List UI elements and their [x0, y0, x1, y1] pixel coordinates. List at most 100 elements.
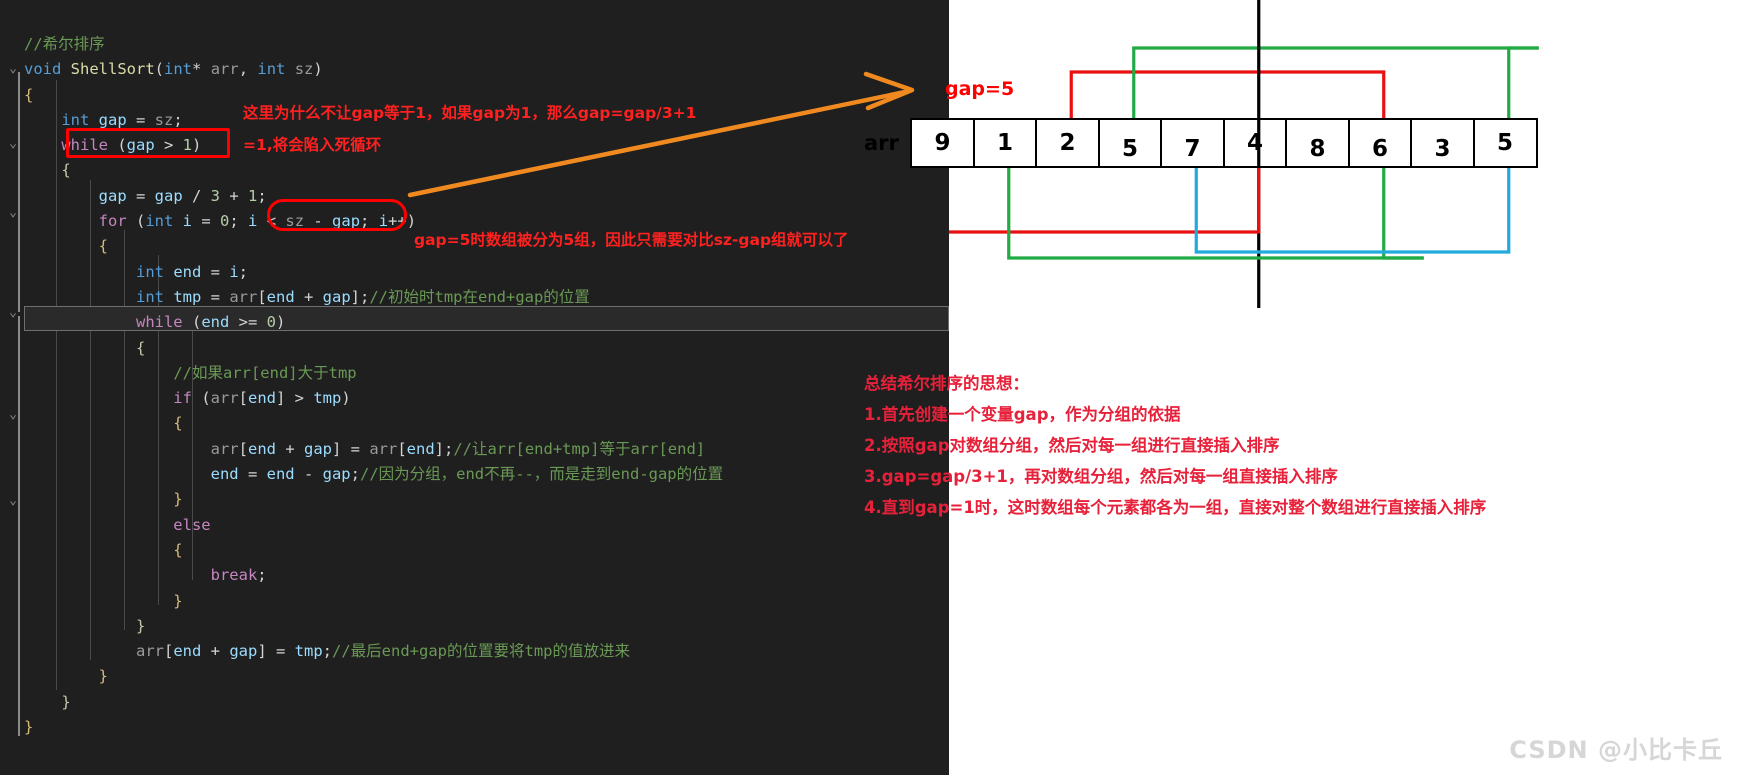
code-token: / — [182, 186, 211, 205]
code-line[interactable]: } — [24, 715, 723, 740]
code-token: int — [145, 212, 174, 231]
code-token: while — [24, 313, 183, 332]
code-token: gap — [303, 439, 332, 458]
code-token: [ — [238, 389, 248, 408]
code-line[interactable]: int tmp = arr[end + gap];//初始时tmp在end+ga… — [24, 285, 723, 310]
code-token: ] = — [331, 439, 370, 458]
code-token: ( — [191, 389, 211, 408]
code-line[interactable]: arr[end + gap] = arr[end];//让arr[end+tmp… — [24, 437, 723, 462]
code-token: //让arr[end+tmp]等于arr[end] — [453, 439, 706, 458]
code-token: ShellSort — [70, 60, 155, 79]
code-token: int — [24, 110, 90, 129]
code-token: //如果arr[end]大于tmp — [173, 363, 357, 382]
code-token: = — [238, 465, 267, 484]
code-token: + — [220, 186, 248, 205]
code-token: + — [275, 439, 304, 458]
code-token: i — [248, 212, 258, 231]
code-token: end — [173, 642, 202, 661]
code-token: ; — [360, 212, 379, 231]
code-line[interactable]: } — [24, 690, 723, 715]
code-token: ; — [229, 212, 249, 231]
code-token: end — [247, 439, 276, 458]
array-name-label: arr — [864, 131, 899, 155]
code-line[interactable]: else — [24, 513, 723, 538]
code-token: gap — [24, 186, 127, 205]
code-token: { — [24, 540, 183, 559]
code-token: int — [24, 262, 164, 281]
code-token: //希尔排序 — [24, 35, 105, 53]
code-token: - — [304, 212, 333, 231]
code-line[interactable]: int end = i; — [24, 260, 723, 285]
code-line[interactable]: { — [24, 336, 723, 361]
code-line[interactable]: arr[end + gap] = tmp;//最后end+gap的位置要将tmp… — [24, 639, 723, 664]
code-token: tmp — [163, 287, 202, 306]
code-token: ] > — [276, 389, 314, 408]
code-line[interactable]: while (end >= 0) — [24, 310, 723, 335]
code-line[interactable]: break; — [24, 563, 723, 588]
code-token: 3 — [210, 186, 220, 205]
code-line[interactable]: void ShellSort(int* arr, int sz) — [24, 57, 723, 82]
code-token: = — [201, 262, 230, 281]
code-token: int — [164, 60, 193, 79]
code-line[interactable]: //如果arr[end]大于tmp — [24, 361, 723, 386]
group-connector — [1382, 168, 1424, 260]
code-token: arr — [24, 642, 164, 661]
annotation-note-1-line-2: =1,将会陷入死循环 — [243, 136, 382, 154]
code-token: ]; — [350, 287, 370, 306]
code-token: + — [294, 287, 323, 306]
code-line[interactable]: gap = gap / 3 + 1; — [24, 184, 723, 209]
code-token: ; — [238, 262, 248, 281]
code-line[interactable]: } — [24, 664, 723, 689]
code-token: gap — [126, 136, 155, 155]
code-token: i — [378, 212, 389, 231]
code-token: tmp — [313, 389, 342, 408]
code-token: 1 — [182, 136, 193, 155]
group-connector — [1507, 46, 1539, 118]
code-token: ) — [313, 60, 323, 79]
group-connector — [1069, 70, 1386, 118]
code-token: ) — [275, 313, 286, 332]
code-token: - — [294, 465, 323, 484]
code-token: } — [24, 591, 183, 610]
code-token: while — [24, 136, 108, 155]
code-line[interactable]: { — [24, 158, 723, 183]
code-token: gap — [322, 287, 351, 306]
code-token: gap — [332, 212, 361, 231]
code-token: //因为分组，end不再--，而是走到end-gap的位置 — [359, 465, 724, 484]
code-token: { — [24, 85, 34, 104]
code-editor-pane[interactable]: ⌄ ⌄ ⌄ ⌄ ⌄ ⌄ //希尔排序 void ShellSort(int* ar… — [0, 0, 949, 775]
code-token: } — [24, 692, 71, 711]
code-line[interactable]: { — [24, 538, 723, 563]
code-token: [ — [257, 287, 267, 306]
code-token: ; — [322, 642, 332, 661]
code-line[interactable]: if (arr[end] > tmp) — [24, 386, 723, 411]
code-token: void — [24, 60, 71, 79]
code-token: } — [24, 718, 34, 737]
annotation-note-1-line-1: 这里为什么不让gap等于1，如果gap为1，那么gap=gap/3+1 — [243, 104, 697, 122]
code-token: { — [24, 414, 183, 433]
code-line[interactable]: } — [24, 589, 723, 614]
code-token: ]; — [434, 439, 454, 458]
code-token: ; — [350, 465, 360, 484]
code-line[interactable]: end = end - gap;//因为分组，end不再--，而是走到end-g… — [24, 462, 724, 487]
code-token: end — [248, 389, 276, 408]
code-line[interactable]: } — [24, 614, 723, 639]
code-token: arr — [229, 287, 258, 306]
grouping-lines — [949, 0, 1539, 308]
code-token: gap — [322, 465, 351, 484]
code-token: + — [201, 642, 230, 661]
code-token: i — [173, 212, 192, 231]
group-connector — [1194, 168, 1511, 254]
code-token: ( — [108, 136, 127, 155]
code-token: arr — [210, 389, 239, 408]
code-token: arr — [24, 439, 239, 458]
group-connector — [1132, 46, 1539, 118]
code-token: end — [406, 439, 435, 458]
code-token: > — [154, 136, 183, 155]
code-line[interactable]: } — [24, 487, 723, 512]
code-token: ; — [173, 110, 183, 129]
code-line[interactable]: //希尔排序 — [24, 32, 723, 57]
code-line[interactable]: { — [24, 411, 723, 436]
code-token: end — [24, 465, 239, 484]
code-token: = — [201, 287, 230, 306]
